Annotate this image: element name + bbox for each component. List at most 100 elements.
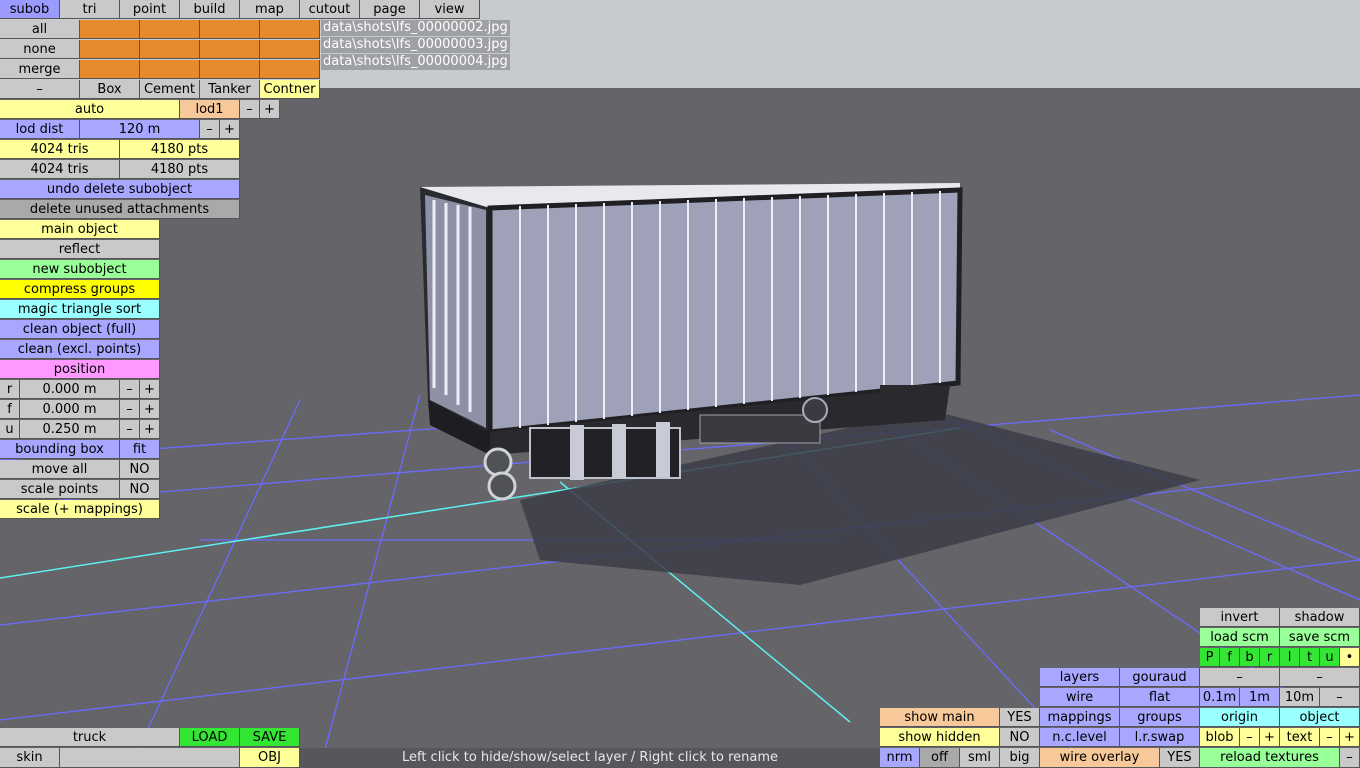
blob-plus-button[interactable]: +: [1260, 728, 1280, 747]
reflect-button[interactable]: reflect: [0, 240, 160, 259]
type-tanker-button[interactable]: Tanker: [200, 80, 260, 99]
lod-minus-button[interactable]: –: [240, 100, 260, 119]
text-button[interactable]: text: [1280, 728, 1320, 747]
move-all-toggle[interactable]: NO: [120, 460, 160, 479]
subobject-slot[interactable]: [140, 40, 200, 59]
tab-tri[interactable]: tri: [60, 0, 120, 19]
lod-dist-minus-button[interactable]: –: [200, 120, 220, 139]
subobject-slot[interactable]: [260, 60, 320, 79]
subobject-slot[interactable]: [200, 20, 260, 39]
show-main-toggle[interactable]: YES: [1000, 708, 1040, 727]
scale-points-label[interactable]: scale points: [0, 480, 120, 499]
gouraud-button[interactable]: gouraud: [1120, 668, 1200, 687]
lod-dist-value[interactable]: 120 m: [80, 120, 200, 139]
tab-cutout[interactable]: cutout: [300, 0, 360, 19]
auto-button[interactable]: auto: [0, 100, 180, 119]
save-button[interactable]: SAVE: [240, 728, 300, 747]
clean-excl-button[interactable]: clean (excl. points): [0, 340, 160, 359]
clean-full-button[interactable]: clean object (full): [0, 320, 160, 339]
lod-plus-button[interactable]: +: [260, 100, 280, 119]
subobject-slot[interactable]: [260, 40, 320, 59]
bounding-box-button[interactable]: bounding box: [0, 440, 120, 459]
type-cement-button[interactable]: Cement: [140, 80, 200, 99]
text-plus-button[interactable]: +: [1340, 728, 1360, 747]
axis-u-value[interactable]: 0.250 m: [20, 420, 120, 439]
undo-delete-button[interactable]: undo delete subobject: [0, 180, 240, 199]
axis-u-plus-button[interactable]: +: [140, 420, 160, 439]
view-b-button[interactable]: b: [1240, 648, 1260, 667]
axis-u-minus-button[interactable]: –: [120, 420, 140, 439]
size-nrm-button[interactable]: nrm: [880, 748, 920, 768]
mappings-button[interactable]: mappings: [1040, 708, 1120, 727]
dash-button[interactable]: –: [1280, 668, 1360, 687]
scale-mappings-button[interactable]: scale (+ mappings): [0, 500, 160, 519]
layers-button[interactable]: layers: [1040, 668, 1120, 687]
axis-f-minus-button[interactable]: –: [120, 400, 140, 419]
show-main-label[interactable]: show main: [880, 708, 1000, 727]
scale-points-toggle[interactable]: NO: [120, 480, 160, 499]
view-f-button[interactable]: f: [1220, 648, 1240, 667]
view-t-button[interactable]: t: [1300, 648, 1320, 667]
type-box-button[interactable]: Box: [80, 80, 140, 99]
delete-unused-button[interactable]: delete unused attachments: [0, 200, 240, 219]
truck-field[interactable]: truck: [0, 728, 180, 747]
view-u-button[interactable]: u: [1320, 648, 1340, 667]
tab-subob[interactable]: subob: [0, 0, 60, 19]
tab-point[interactable]: point: [120, 0, 180, 19]
save-scm-button[interactable]: save scm: [1280, 628, 1360, 647]
subobject-slot[interactable]: [260, 20, 320, 39]
lrswap-button[interactable]: l.r.swap: [1120, 728, 1200, 747]
groups-button[interactable]: groups: [1120, 708, 1200, 727]
select-none-button[interactable]: none: [0, 40, 80, 59]
select-all-button[interactable]: all: [0, 20, 80, 39]
axis-r-minus-button[interactable]: –: [120, 380, 140, 399]
obj-button[interactable]: OBJ: [240, 748, 300, 768]
subobject-slot[interactable]: [140, 20, 200, 39]
wire-overlay-label[interactable]: wire overlay: [1040, 748, 1160, 768]
move-all-label[interactable]: move all: [0, 460, 120, 479]
skin-field[interactable]: [60, 748, 240, 768]
blob-minus-button[interactable]: –: [1240, 728, 1260, 747]
grid-minus-button[interactable]: –: [1320, 688, 1360, 707]
view-dot-button[interactable]: •: [1340, 648, 1360, 667]
subobject-slot[interactable]: [200, 40, 260, 59]
blob-button[interactable]: blob: [1200, 728, 1240, 747]
subobject-slot[interactable]: [200, 60, 260, 79]
tab-view[interactable]: view: [420, 0, 480, 19]
tab-build[interactable]: build: [180, 0, 240, 19]
load-button[interactable]: LOAD: [180, 728, 240, 747]
axis-r-plus-button[interactable]: +: [140, 380, 160, 399]
show-hidden-label[interactable]: show hidden: [880, 728, 1000, 747]
axis-r-value[interactable]: 0.000 m: [20, 380, 120, 399]
subobject-slot[interactable]: [140, 60, 200, 79]
flat-button[interactable]: flat: [1120, 688, 1200, 707]
fit-button[interactable]: fit: [120, 440, 160, 459]
dash-button[interactable]: –: [1200, 668, 1280, 687]
main-object-button[interactable]: main object: [0, 220, 160, 239]
grid-10m-button[interactable]: 10m: [1280, 688, 1320, 707]
view-l-button[interactable]: l: [1280, 648, 1300, 667]
text-minus-button[interactable]: –: [1320, 728, 1340, 747]
show-hidden-toggle[interactable]: NO: [1000, 728, 1040, 747]
axis-f-plus-button[interactable]: +: [140, 400, 160, 419]
view-r-button[interactable]: r: [1260, 648, 1280, 667]
load-scm-button[interactable]: load scm: [1200, 628, 1280, 647]
shadow-button[interactable]: shadow: [1280, 608, 1360, 627]
grid-0-1m-button[interactable]: 0.1m: [1200, 688, 1240, 707]
minus-button[interactable]: –: [0, 80, 80, 99]
size-sml-button[interactable]: sml: [960, 748, 1000, 768]
compress-groups-button[interactable]: compress groups: [0, 280, 160, 299]
new-subobject-button[interactable]: new subobject: [0, 260, 160, 279]
lod-level[interactable]: lod1: [180, 100, 240, 119]
merge-button[interactable]: merge: [0, 60, 80, 79]
type-contner-button[interactable]: Contner: [260, 80, 320, 99]
wire-overlay-toggle[interactable]: YES: [1160, 748, 1200, 768]
view-p-button[interactable]: P: [1200, 648, 1220, 667]
axis-f-value[interactable]: 0.000 m: [20, 400, 120, 419]
object-button[interactable]: object: [1280, 708, 1360, 727]
tab-map[interactable]: map: [240, 0, 300, 19]
grid-1m-button[interactable]: 1m: [1240, 688, 1280, 707]
tab-page[interactable]: page: [360, 0, 420, 19]
reload-minus-button[interactable]: –: [1340, 748, 1360, 768]
reload-textures-button[interactable]: reload textures: [1200, 748, 1340, 768]
